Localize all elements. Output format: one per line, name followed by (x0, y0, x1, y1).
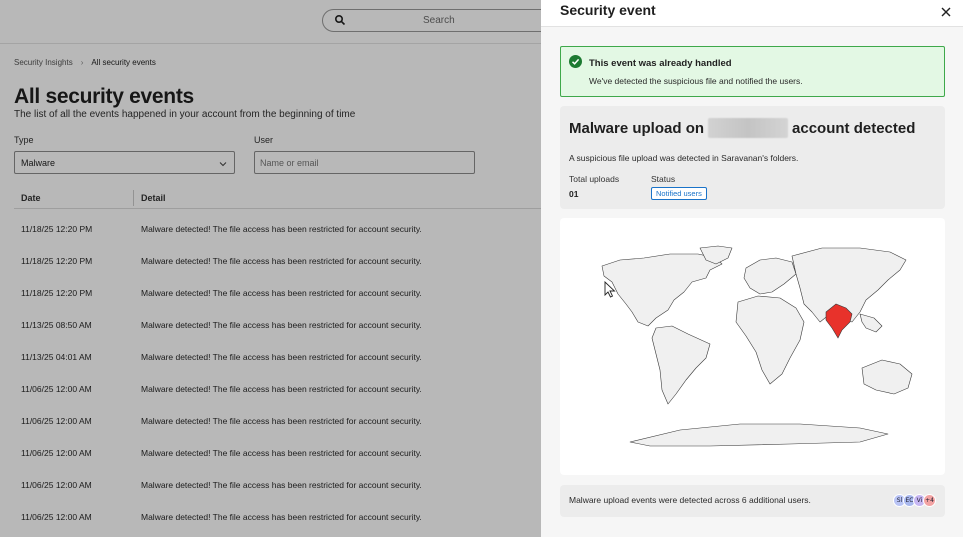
security-event-panel: Security event This event was already ha… (541, 0, 963, 537)
avatar-overflow-count[interactable]: +4 (923, 494, 936, 507)
redacted-account-name (708, 118, 789, 138)
total-uploads-value: 01 (569, 189, 579, 199)
check-circle-icon (569, 55, 582, 68)
map-europe (743, 257, 797, 295)
panel-header: Security event (541, 0, 963, 27)
alert-text: We've detected the suspicious file and n… (589, 76, 803, 86)
map-australia (861, 359, 913, 395)
map-africa (735, 295, 805, 385)
modal-backdrop[interactable] (0, 0, 541, 537)
map-south-america (651, 325, 711, 405)
close-icon[interactable] (939, 5, 953, 19)
mouse-cursor-icon (604, 281, 616, 298)
panel-title: Security event (560, 2, 656, 18)
handled-alert: This event was already handled We've det… (560, 46, 945, 97)
world-map-graphic (601, 245, 913, 447)
event-description: A suspicious file upload was detected in… (569, 153, 799, 163)
map-southeast-asia (859, 313, 883, 333)
headline-prefix: Malware upload on (569, 119, 705, 137)
map-antarctica (629, 423, 889, 447)
total-uploads-label: Total uploads (569, 174, 620, 184)
avatar-group[interactable]: Sl EC Vi +4 (893, 494, 936, 507)
event-summary-card: Malware upload on account detected A sus… (560, 106, 945, 209)
additional-users-text: Malware upload events were detected acro… (569, 495, 811, 505)
event-headline: Malware upload on account detected (569, 118, 915, 138)
status-badge: Notified users (651, 187, 707, 200)
status-label: Status (651, 174, 676, 184)
map-north-america (601, 253, 723, 327)
additional-users-footer: Malware upload events were detected acro… (560, 485, 945, 517)
headline-suffix: account detected (792, 119, 916, 137)
world-map (560, 218, 945, 475)
alert-title: This event was already handled (589, 58, 732, 69)
